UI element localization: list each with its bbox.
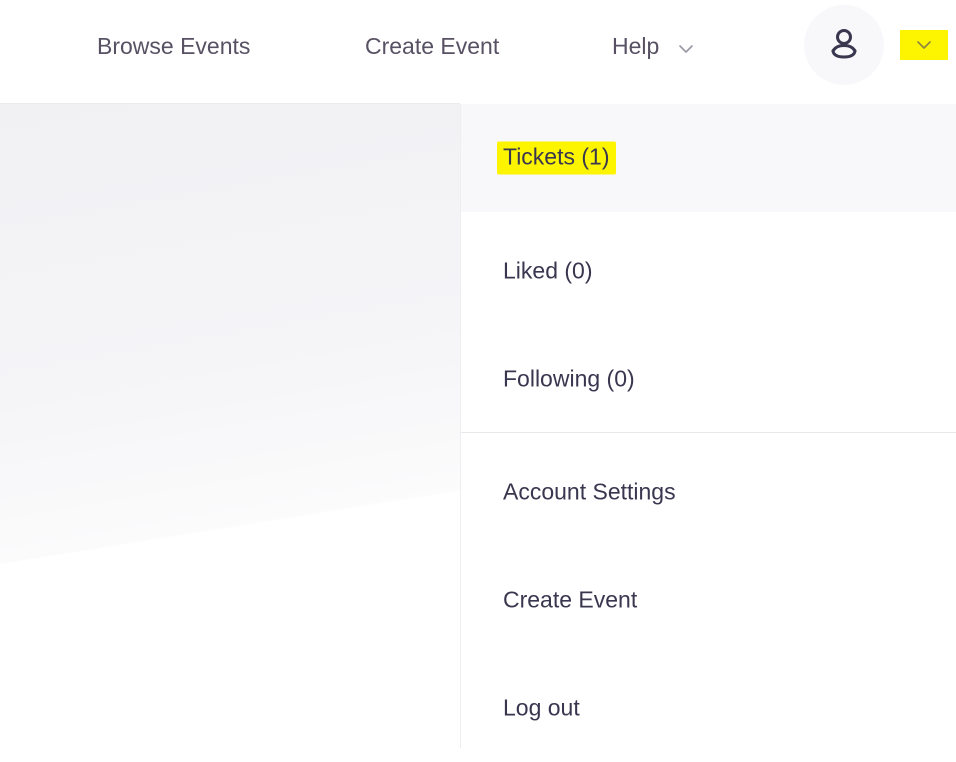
chevron-down-icon	[917, 41, 931, 49]
menu-item-log-out[interactable]: Log out	[461, 654, 956, 762]
nav-browse-events[interactable]: Browse Events	[97, 30, 250, 62]
nav-create-event[interactable]: Create Event	[365, 30, 499, 62]
menu-item-account-settings[interactable]: Account Settings	[461, 438, 956, 546]
account-menu-toggle[interactable]	[900, 30, 948, 60]
account-dropdown-menu: Tickets (1) Liked (0) Following (0) Acco…	[460, 104, 956, 748]
menu-item-following[interactable]: Following (0)	[461, 325, 956, 433]
menu-item-label: Create Event	[503, 586, 638, 613]
menu-divider	[461, 432, 956, 433]
nav-help[interactable]: Help	[612, 30, 694, 62]
menu-item-label: Log out	[503, 694, 580, 721]
menu-item-create-event[interactable]: Create Event	[461, 546, 956, 654]
menu-item-label: Tickets (1)	[497, 141, 616, 175]
menu-item-liked[interactable]: Liked (0)	[461, 217, 956, 325]
chevron-down-icon	[678, 30, 694, 62]
background-shade	[0, 104, 460, 564]
top-navigation: Browse Events Create Event Help	[0, 0, 956, 92]
page-background	[0, 104, 460, 748]
menu-item-label: Account Settings	[503, 478, 676, 505]
menu-item-label: Following (0)	[503, 365, 635, 392]
nav-help-label: Help	[612, 33, 660, 59]
user-icon	[831, 29, 857, 59]
menu-item-tickets[interactable]: Tickets (1)	[461, 104, 956, 212]
account-avatar-button[interactable]	[804, 5, 884, 85]
menu-item-label: Liked (0)	[503, 257, 593, 284]
